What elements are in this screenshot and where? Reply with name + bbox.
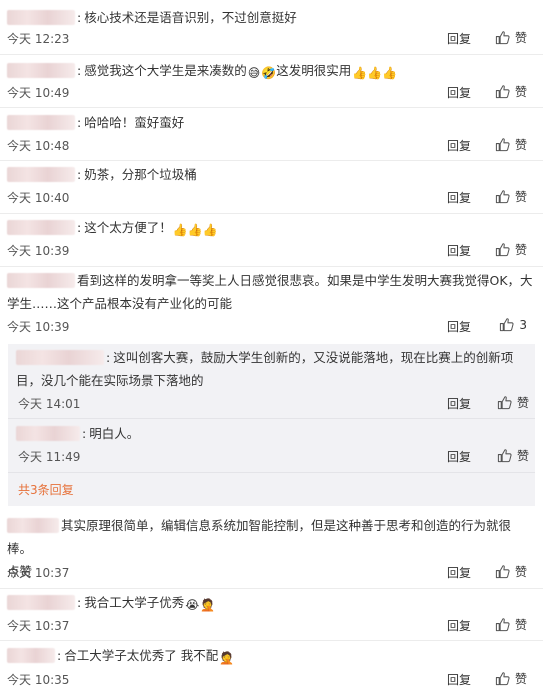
comment-time: 今天 10:39 (7, 244, 70, 258)
divider (8, 418, 535, 419)
comment-time: 今天 10:37 (7, 619, 70, 633)
like-button[interactable]: 赞 (495, 616, 527, 633)
reply-button[interactable]: 回复 (447, 617, 471, 634)
divider (0, 160, 543, 161)
username-blurred[interactable] (7, 518, 59, 533)
facepalm-emoji: 🤦 (200, 598, 216, 612)
username-blurred[interactable] (16, 426, 80, 441)
reply-button[interactable]: 回复 (447, 671, 471, 688)
divider (0, 213, 543, 214)
comment-time: 今天 10:40 (7, 191, 70, 205)
like-button[interactable]: 赞 (495, 83, 527, 100)
thumbs-up-icon (497, 396, 512, 410)
reply-text: 明白人。 (89, 426, 140, 441)
comment-time: 今天 10:49 (7, 86, 70, 100)
username-blurred[interactable] (7, 648, 55, 663)
username-blurred[interactable] (7, 167, 75, 182)
comment-time: 今天 10:35 (7, 673, 70, 687)
comment-text: 哈哈哈！蛮好蛮好 (84, 115, 185, 130)
like-button[interactable]: 赞 (495, 29, 527, 46)
username-blurred[interactable] (16, 350, 104, 365)
divider (0, 107, 543, 108)
thumbs-up-emoji: 👍👍👍 (172, 223, 218, 237)
like-label: 赞 (514, 243, 527, 257)
comment-time: 今天 10:39 (7, 320, 70, 334)
like-button[interactable]: 赞 (495, 188, 527, 205)
reply-button[interactable]: 回复 (447, 189, 471, 206)
comment-text: 我合工大学子优秀 (84, 595, 185, 610)
comment-text: 这个太方便了！ (84, 220, 172, 235)
divider (0, 588, 543, 589)
reply-button[interactable]: 回复 (447, 448, 471, 465)
like-label: 赞 (514, 85, 527, 99)
like-button[interactable]: 赞 (497, 447, 529, 464)
like-button[interactable]: 赞 (495, 136, 527, 153)
comment-text: 奶茶，分那个垃圾桶 (84, 167, 197, 182)
like-button[interactable]: 3 (499, 317, 527, 332)
rolling-laugh-emoji: 🤣 (261, 66, 277, 80)
divider (0, 266, 543, 267)
comment-feed: : 核心技术还是语音识别，不过创意挺好 今天 12:23 回复 赞 : 感觉我这个大… (0, 0, 543, 690)
like-count: 3 (519, 317, 527, 332)
reply-thread: : 这叫创客大赛，鼓励大学生创新的，又没说能落地，现在比赛上的创新项 目，没几个能… (8, 344, 535, 506)
like-label: 赞 (514, 190, 527, 204)
reply-text: 这叫创客大赛，鼓励大学生创新的，又没说能落地，现在比赛上的创新项 (113, 350, 514, 365)
like-button[interactable]: 赞 (497, 394, 529, 411)
comment-text: 看到这样的发明拿一等奖上人日感觉很悲哀。如果是中学生发明大赛我觉得OK，大 (77, 273, 533, 288)
like-label: 赞 (514, 618, 527, 632)
thumbs-up-icon (495, 672, 510, 686)
username-blurred[interactable] (7, 220, 75, 235)
reply-button[interactable]: 回复 (447, 395, 471, 412)
comment-text: 其实原理很简单，编辑信息系统加智能控制，但是这种善于思考和创造的行为就很棒。 (7, 518, 512, 556)
like-button[interactable]: 赞 (495, 563, 527, 580)
reply-text-line2: 目，没几个能在实际场景下落地的 (16, 373, 204, 388)
like-label: 赞 (516, 396, 529, 410)
reply-button[interactable]: 回复 (447, 318, 471, 335)
divider (8, 472, 535, 473)
comment-text-line2: 学生……这个产品根本没有产业化的可能 (7, 296, 233, 311)
username-blurred[interactable] (7, 595, 75, 610)
like-label: 赞 (514, 565, 527, 579)
comment-text: 合工大学子太优秀了 我不配 (64, 648, 219, 663)
like-label: 赞 (514, 138, 527, 152)
facepalm-emoji: 🤦 (219, 651, 235, 665)
reply-button[interactable]: 回复 (447, 242, 471, 259)
like-label: 赞 (514, 672, 527, 686)
thumbs-up-icon (497, 449, 512, 463)
like-label: 赞 (516, 449, 529, 463)
thumbs-up-icon (495, 618, 510, 632)
reply-button[interactable]: 回复 (447, 137, 471, 154)
comment-time: 今天 10:37 (7, 566, 70, 580)
divider (0, 640, 543, 641)
thumbs-up-icon (500, 318, 514, 332)
like-button[interactable]: 赞 (495, 241, 527, 258)
username-blurred[interactable] (7, 10, 75, 25)
comment-text: 感觉我这个大学生是来凑数的 (84, 63, 247, 78)
thumbs-up-icon (495, 31, 510, 45)
thumbs-up-icon (495, 190, 510, 204)
grinning-sweat-emoji: 😅 (247, 66, 261, 80)
thumbs-up-icon (495, 565, 510, 579)
like-label: 赞 (514, 31, 527, 45)
like-button[interactable]: 赞 (495, 670, 527, 687)
reply-button[interactable]: 回复 (447, 84, 471, 101)
username-blurred[interactable] (7, 115, 75, 130)
comment-time: 今天 12:23 (7, 32, 70, 46)
username-blurred[interactable] (7, 273, 75, 288)
more-replies-link[interactable]: 共3条回复 (18, 481, 74, 498)
reply-time: 今天 11:49 (18, 450, 81, 464)
crying-emoji: 😭 (185, 598, 200, 612)
reply-button[interactable]: 回复 (447, 30, 471, 47)
comment-text-2: 这发明很实用 (276, 63, 352, 78)
comment-text: 核心技术还是语音识别，不过创意挺好 (84, 10, 297, 25)
thumbs-up-icon (495, 243, 510, 257)
thumbs-up-emoji: 👍👍👍 (352, 66, 398, 80)
username-blurred[interactable] (7, 63, 75, 78)
thumbs-up-icon (495, 138, 510, 152)
thumbs-up-icon (495, 85, 510, 99)
comment-time: 今天 10:48 (7, 139, 70, 153)
reply-time: 今天 14:01 (18, 397, 81, 411)
divider (0, 54, 543, 55)
reply-button[interactable]: 回复 (447, 564, 471, 581)
